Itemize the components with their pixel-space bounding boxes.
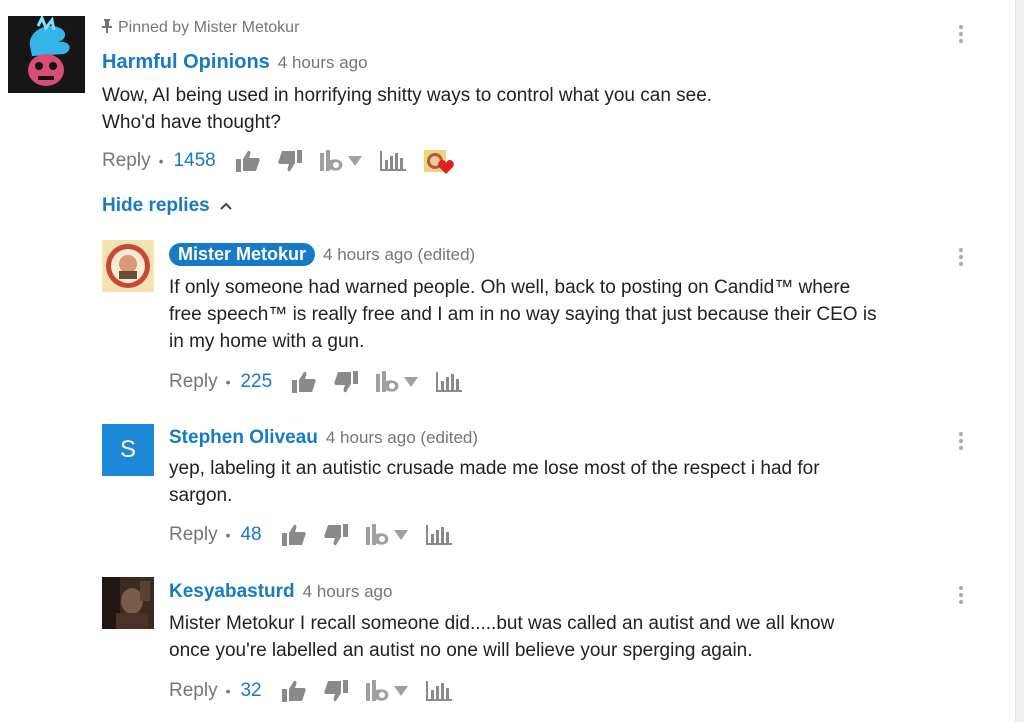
thumbs-up-icon[interactable] [281,524,306,546]
comment-line: yep, labeling it an autistic crusade mad… [169,458,820,479]
avatar[interactable] [102,240,154,292]
author-name[interactable]: Stephen Oliveau [169,427,318,448]
tip-menu[interactable] [376,371,419,393]
more-options-icon[interactable] [959,432,963,453]
more-options-icon[interactable] [959,248,963,269]
comment-text: If only someone had warned people. Oh we… [169,274,959,355]
dropdown-arrow-icon [347,156,362,166]
comment-header: Harmful Opinions 4 hours ago [102,51,368,74]
comment-text: Mister Metokur I recall someone did.....… [169,610,959,664]
avatar[interactable] [8,16,85,93]
comment-text: Wow, AI being used in horrifying shitty … [102,82,922,136]
comment-line: If only someone had warned people. Oh we… [169,277,851,298]
tip-menu[interactable] [365,524,408,546]
comment-line: Wow, AI being used in horrifying shitty … [102,85,713,106]
pinned-text: Pinned by Mister Metokur [118,19,300,36]
thumbs-up-icon[interactable] [281,680,306,702]
thumbs-up-icon[interactable] [292,371,316,393]
like-count: 1458 [173,150,216,171]
stats-icon[interactable] [425,525,452,545]
comment-header: Kesyabasturd 4 hours ago [169,580,392,603]
comment-line: once you're labelled an autist no one wi… [169,640,753,661]
reply-button[interactable]: Reply [169,371,218,393]
thumbs-down-icon[interactable] [278,150,302,172]
comment-line: in my home with a gun. [169,331,365,352]
chevron-up-icon [220,202,232,210]
comment-actions: Reply • 225 [169,369,480,395]
timestamp[interactable]: 4 hours ago (edited) [326,428,478,447]
avatar[interactable]: S [102,424,154,476]
stats-icon[interactable] [436,372,463,392]
comment-line: Mister Metokur I recall someone did.....… [169,613,835,634]
hide-replies-label: Hide replies [102,195,210,216]
timestamp[interactable]: 4 hours ago (edited) [323,245,475,264]
tip-menu[interactable] [319,150,362,172]
more-options-icon[interactable] [959,586,963,607]
pinned-label: Pinned by Mister Metokur [102,19,299,37]
creator-heart-badge [423,148,454,174]
thumbs-down-icon[interactable] [334,371,359,393]
stats-icon[interactable] [379,151,406,171]
comment-actions: Reply • 32 [169,678,470,704]
hide-replies-button[interactable]: Hide replies [102,195,232,217]
comment-line: Who'd have thought? [102,112,281,133]
separator-dot: • [225,683,231,699]
tip-icon [376,371,399,392]
comment-line: sargon. [169,485,233,506]
avatar-letter: S [119,436,136,463]
like-count: 32 [240,680,262,701]
author-name[interactable]: Kesyabasturd [169,581,295,602]
dropdown-arrow-icon [393,686,408,696]
timestamp[interactable]: 4 hours ago [303,582,393,601]
tip-menu[interactable] [365,680,408,702]
reply-button[interactable]: Reply [102,150,151,172]
tip-icon [365,680,389,701]
scrollbar[interactable] [1015,0,1024,722]
comment-header: Stephen Oliveau 4 hours ago (edited) [169,426,478,449]
thumbs-down-icon[interactable] [323,524,348,546]
stats-icon[interactable] [425,681,452,701]
heart-icon [437,160,454,174]
like-count: 48 [240,524,262,545]
tip-icon [365,524,389,545]
avatar[interactable] [102,577,154,629]
like-count: 225 [240,371,273,392]
pin-icon [102,19,112,33]
tip-icon [319,150,343,171]
thumbs-up-icon[interactable] [235,150,260,172]
thumbs-down-icon[interactable] [323,680,348,702]
timestamp[interactable]: 4 hours ago [278,53,368,72]
separator-dot: • [225,527,231,543]
author-name[interactable]: Harmful Opinions [102,51,270,73]
author-name[interactable]: Mister Metokur [169,243,316,266]
comment-header: Mister Metokur 4 hours ago (edited) [169,243,475,266]
separator-dot: • [158,153,164,169]
comment-actions: Reply • 48 [169,522,470,548]
reply-button[interactable]: Reply [169,680,218,702]
more-options-icon[interactable] [959,25,963,46]
comment-line: free speech™ is really free and I am in … [169,304,877,325]
separator-dot: • [225,374,231,390]
comment-text: yep, labeling it an autistic crusade mad… [169,455,959,509]
dropdown-arrow-icon [404,377,419,387]
dropdown-arrow-icon [393,530,408,540]
comment-actions: Reply • 1458 [102,148,454,174]
reply-button[interactable]: Reply [169,524,218,546]
